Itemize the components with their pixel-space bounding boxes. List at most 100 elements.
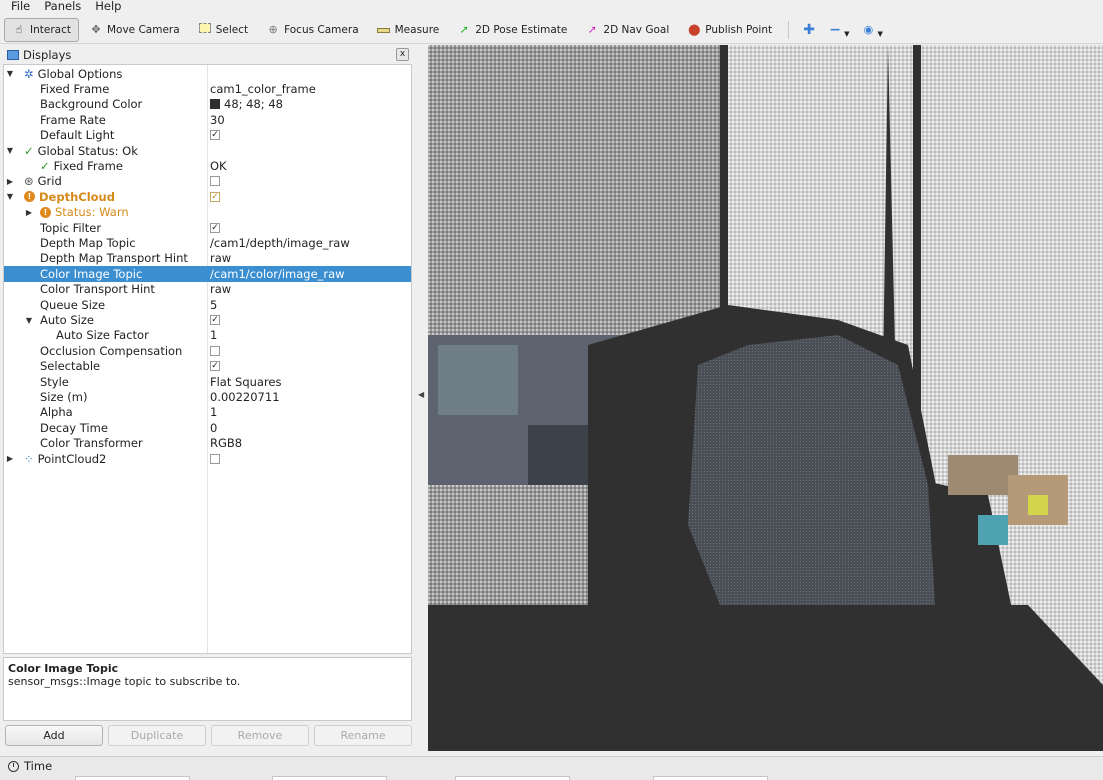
row-value[interactable]: 30 bbox=[210, 113, 225, 127]
tree-row-occlusion-compensation[interactable]: Occlusion Compensation bbox=[4, 343, 411, 358]
row-name: Style bbox=[40, 374, 69, 389]
row-name: Global Status: Ok bbox=[37, 143, 138, 158]
tree-row-pointcloud2[interactable]: ▶ ⁘ PointCloud2 bbox=[4, 451, 411, 466]
displays-title: Displays bbox=[23, 48, 72, 62]
tree-row-global-options[interactable]: ▼ ✲ Global Options bbox=[4, 66, 411, 81]
add-button[interactable]: Add bbox=[5, 725, 103, 746]
tree-row-selectable[interactable]: Selectable ✓ bbox=[4, 359, 411, 374]
publish-point-tool[interactable]: ⬤ Publish Point bbox=[679, 18, 780, 42]
interact-tool[interactable]: ☝ Interact bbox=[4, 17, 79, 42]
remove-tool-button[interactable]: − ▼ bbox=[823, 18, 854, 42]
row-value[interactable]: 5 bbox=[210, 298, 217, 312]
add-tool-button[interactable]: ✚ bbox=[797, 18, 821, 42]
rename-button[interactable]: Rename bbox=[314, 725, 412, 746]
tree-row-status-warn[interactable]: ▶ ! Status: Warn bbox=[4, 205, 411, 220]
row-name: Decay Time bbox=[40, 420, 108, 435]
tree-row-grid[interactable]: ▶ ⊛ Grid bbox=[4, 174, 411, 189]
tree-row-decay-time[interactable]: Decay Time 0 bbox=[4, 420, 411, 435]
tree-row-style[interactable]: Style Flat Squares bbox=[4, 374, 411, 389]
3d-render-view[interactable] bbox=[428, 45, 1103, 751]
tree-row-depth-map-transport-hint[interactable]: Depth Map Transport Hint raw bbox=[4, 251, 411, 266]
ruler-icon bbox=[377, 23, 391, 37]
pointcloud2-checkbox[interactable] bbox=[210, 453, 220, 464]
tree-row-color-transformer[interactable]: Color Transformer RGB8 bbox=[4, 436, 411, 451]
tree-row-global-status[interactable]: ▼ ✓ Global Status: Ok bbox=[4, 143, 411, 158]
depthcloud-checkbox[interactable]: ✓ bbox=[210, 191, 220, 202]
green-arrow-icon: ➚ bbox=[459, 22, 469, 36]
move-camera-tool[interactable]: ✥ Move Camera bbox=[81, 18, 188, 42]
default-light-checkbox[interactable]: ✓ bbox=[210, 130, 220, 141]
row-value[interactable]: raw bbox=[210, 251, 231, 265]
view-options-button[interactable]: ◉ ▼ bbox=[856, 18, 887, 42]
tree-row-frame-rate[interactable]: Frame Rate 30 bbox=[4, 112, 411, 127]
tree-row-size[interactable]: Size (m) 0.00220711 bbox=[4, 389, 411, 404]
row-value[interactable]: raw bbox=[210, 282, 231, 296]
2d-pose-estimate-tool[interactable]: ➚ 2D Pose Estimate bbox=[449, 18, 575, 42]
duplicate-button[interactable]: Duplicate bbox=[108, 725, 206, 746]
remove-button[interactable]: Remove bbox=[211, 725, 309, 746]
row-value[interactable]: 0.00220711 bbox=[210, 390, 280, 404]
row-value[interactable]: 1 bbox=[210, 328, 217, 342]
row-value[interactable]: RGB8 bbox=[210, 436, 242, 450]
hand-icon: ☝ bbox=[15, 22, 23, 36]
tree-row-color-image-topic[interactable]: Color Image Topic /cam1/color/image_raw bbox=[4, 266, 411, 282]
row-name: Default Light bbox=[40, 128, 115, 143]
tree-row-depthcloud[interactable]: ▼ ! DepthCloud ✓ bbox=[4, 189, 411, 204]
time-panel: Time bbox=[0, 756, 1103, 780]
close-icon[interactable]: x bbox=[396, 48, 409, 61]
map-pin-icon: ⬤ bbox=[688, 22, 701, 36]
tree-row-auto-size[interactable]: ▼ Auto Size ✓ bbox=[4, 312, 411, 327]
auto-size-checkbox[interactable]: ✓ bbox=[210, 315, 220, 326]
menu-panels[interactable]: Panels bbox=[44, 0, 81, 14]
row-value[interactable]: 0 bbox=[210, 421, 217, 435]
row-name: Auto Size bbox=[40, 313, 94, 328]
row-value[interactable]: /cam1/depth/image_raw bbox=[210, 236, 350, 250]
warning-icon: ! bbox=[24, 191, 35, 203]
tree-row-color-transport-hint[interactable]: Color Transport Hint raw bbox=[4, 282, 411, 297]
row-name: Auto Size Factor bbox=[56, 328, 149, 343]
tree-row-status-fixed-frame[interactable]: ✓ Fixed Frame OK bbox=[4, 158, 411, 173]
row-value[interactable]: 48; 48; 48 bbox=[210, 97, 283, 111]
tree-row-queue-size[interactable]: Queue Size 5 bbox=[4, 297, 411, 312]
row-name: Topic Filter bbox=[40, 220, 102, 235]
tree-row-fixed-frame[interactable]: Fixed Frame cam1_color_frame bbox=[4, 81, 411, 96]
wall-elapsed-field[interactable] bbox=[653, 776, 768, 780]
menu-file[interactable]: File bbox=[11, 0, 30, 14]
select-tool[interactable]: Select bbox=[190, 18, 256, 42]
row-value[interactable]: Flat Squares bbox=[210, 375, 282, 389]
tree-row-default-light[interactable]: Default Light ✓ bbox=[4, 128, 411, 143]
eye-icon: ◉ bbox=[863, 22, 874, 36]
color-swatch bbox=[210, 99, 220, 110]
panel-splitter[interactable]: ◀ bbox=[414, 45, 428, 751]
focus-camera-tool[interactable]: ⊕ Focus Camera bbox=[258, 18, 367, 42]
selectable-checkbox[interactable]: ✓ bbox=[210, 361, 220, 372]
menu-bar: File Panels Help bbox=[0, 0, 1103, 14]
occlusion-checkbox[interactable] bbox=[210, 345, 220, 356]
expand-right-icon: ▶ bbox=[6, 454, 14, 464]
topic-filter-checkbox[interactable]: ✓ bbox=[210, 222, 220, 233]
displays-tree[interactable]: ▼ ✲ Global Options Fixed Frame cam1_color… bbox=[3, 64, 412, 654]
plus-icon: ✚ bbox=[803, 21, 815, 38]
ros-time-field[interactable] bbox=[75, 776, 190, 780]
row-name: Color Image Topic bbox=[40, 266, 143, 281]
measure-tool[interactable]: Measure bbox=[369, 18, 448, 42]
row-value[interactable]: /cam1/color/image_raw bbox=[210, 267, 345, 281]
wall-time-field[interactable] bbox=[455, 776, 570, 780]
tree-row-auto-size-factor[interactable]: Auto Size Factor 1 bbox=[4, 328, 411, 343]
ros-elapsed-field[interactable] bbox=[272, 776, 387, 780]
menu-help[interactable]: Help bbox=[95, 0, 121, 14]
grid-checkbox[interactable] bbox=[210, 176, 220, 187]
tree-row-topic-filter[interactable]: Topic Filter ✓ bbox=[4, 220, 411, 235]
row-value[interactable]: 1 bbox=[210, 405, 217, 419]
collapse-left-icon[interactable]: ◀ bbox=[418, 390, 424, 399]
interact-label: Interact bbox=[30, 23, 71, 36]
2d-nav-goal-tool[interactable]: ➚ 2D Nav Goal bbox=[577, 18, 677, 42]
row-value[interactable]: cam1_color_frame bbox=[210, 82, 316, 96]
tree-row-depth-map-topic[interactable]: Depth Map Topic /cam1/depth/image_raw bbox=[4, 235, 411, 250]
checkmark-icon: ✓ bbox=[24, 143, 34, 158]
display-buttons: Add Duplicate Remove Rename bbox=[3, 725, 412, 747]
row-name: Queue Size bbox=[40, 297, 106, 312]
tree-row-alpha[interactable]: Alpha 1 bbox=[4, 405, 411, 420]
expand-right-icon: ▶ bbox=[25, 207, 33, 217]
tree-row-background-color[interactable]: Background Color 48; 48; 48 bbox=[4, 97, 411, 112]
